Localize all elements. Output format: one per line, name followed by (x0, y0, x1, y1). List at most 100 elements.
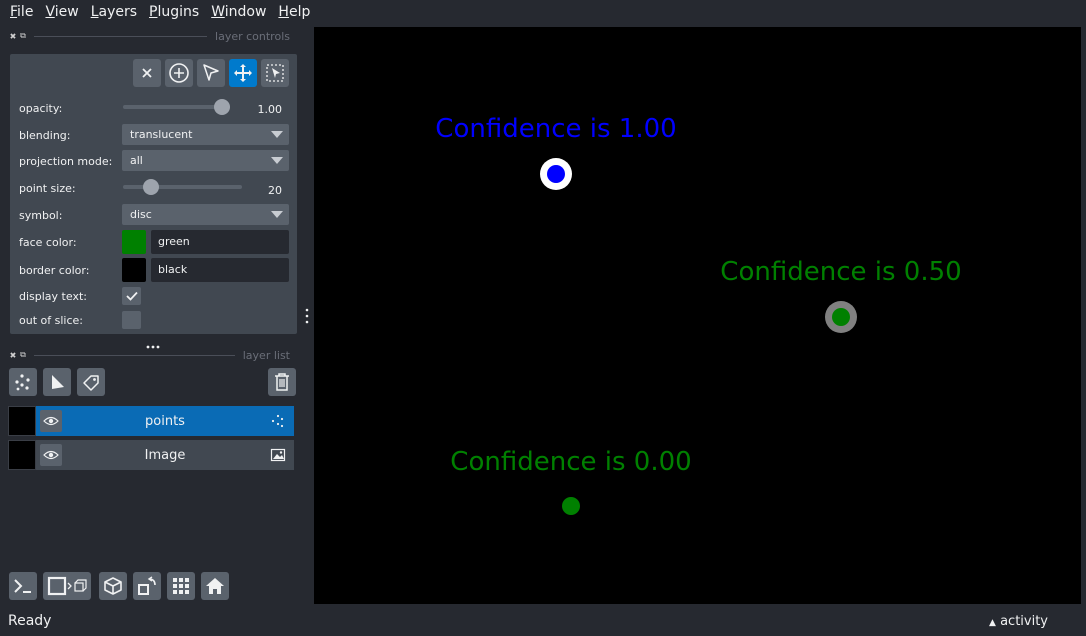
border-color-swatch[interactable] (122, 258, 146, 282)
close-icon (142, 68, 152, 78)
layer-list-title: layer list (242, 348, 290, 362)
face-color-swatch[interactable] (122, 230, 146, 254)
layer-controls-titlebar: ✖ ⧉ layer controls (8, 29, 294, 43)
layer-name[interactable]: points (145, 414, 185, 429)
points-icon (15, 374, 30, 391)
opacity-slider-handle[interactable] (214, 99, 230, 115)
move-arrows-icon (234, 64, 252, 82)
transform-icon (266, 64, 284, 82)
new-points-layer-button[interactable] (9, 368, 37, 396)
transform-button[interactable] (261, 59, 289, 87)
point-marker[interactable] (832, 308, 850, 326)
viewer-canvas[interactable]: Confidence is 1.00 Confidence is 0.50 Co… (314, 27, 1081, 604)
visibility-toggle[interactable] (40, 410, 62, 432)
dock-splitter-handle[interactable] (305, 308, 309, 324)
point-size-slider-handle[interactable] (143, 179, 159, 195)
symbol-label: symbol: (19, 209, 63, 222)
square-2d-3d-icon (47, 576, 87, 596)
point-text-label: Confidence is 0.00 (450, 447, 691, 477)
chevron-down-icon (271, 131, 283, 138)
eye-icon (43, 450, 59, 460)
transpose-dims-button[interactable] (133, 572, 161, 600)
layer-row-image[interactable]: Image (8, 440, 294, 470)
display-text-checkbox[interactable] (122, 287, 141, 305)
trash-icon (275, 373, 289, 391)
display-text-label: display text: (19, 290, 87, 303)
projection-mode-label: projection mode: (19, 155, 113, 168)
layer-list-titlebar: ✖ ⧉ layer list (8, 348, 294, 362)
blending-label: blending: (19, 129, 71, 142)
layer-controls-title: layer controls (215, 29, 290, 43)
grid-icon (173, 578, 189, 594)
layer-body[interactable]: points (36, 406, 294, 436)
close-dock-icon[interactable]: ✖ (8, 351, 18, 360)
layer-controls-panel: opacity: 1.00 blending: translucent proj… (10, 54, 297, 334)
menu-bar: File View Layers Plugins Window Help (0, 0, 1086, 24)
activity-button[interactable]: ▲ activity (989, 614, 1078, 629)
layer-thumbnail (8, 440, 36, 470)
border-color-input[interactable]: black (151, 258, 289, 282)
layer-row-points[interactable]: points (8, 406, 294, 436)
point-text-label: Confidence is 1.00 (435, 114, 676, 144)
home-button[interactable] (201, 572, 229, 600)
points-icon (271, 414, 284, 428)
delete-points-button[interactable] (133, 59, 161, 87)
point-size-value: 20 (268, 184, 282, 197)
console-button[interactable] (9, 572, 37, 600)
out-of-slice-checkbox[interactable] (122, 311, 141, 329)
point-size-slider-track[interactable] (123, 185, 242, 189)
new-shapes-layer-button[interactable] (43, 368, 71, 396)
border-color-label: border color: (19, 264, 90, 277)
out-of-slice-label: out of slice: (19, 314, 83, 327)
shapes-icon (52, 375, 64, 389)
point-marker[interactable] (562, 497, 580, 515)
projection-mode-select[interactable]: all (122, 150, 289, 171)
float-dock-icon[interactable]: ⧉ (18, 350, 28, 360)
status-bar: Ready ▲ activity (0, 606, 1086, 636)
roll-dims-button[interactable] (99, 572, 127, 600)
home-icon (206, 578, 224, 594)
terminal-icon (14, 579, 31, 593)
eye-icon (43, 416, 59, 426)
blending-select[interactable]: translucent (122, 124, 289, 145)
caret-up-icon: ▲ (989, 617, 996, 628)
delete-layer-button[interactable] (268, 368, 296, 396)
menu-file[interactable]: File (4, 0, 39, 24)
add-points-button[interactable] (165, 59, 193, 87)
chevron-down-icon (271, 211, 283, 218)
point-size-label: point size: (19, 182, 76, 195)
pan-zoom-button[interactable] (229, 59, 257, 87)
new-labels-layer-button[interactable] (77, 368, 105, 396)
grid-view-button[interactable] (167, 572, 195, 600)
select-arrow-icon (203, 64, 219, 81)
checkmark-icon (125, 291, 138, 301)
tag-icon (83, 375, 99, 391)
menu-help[interactable]: Help (272, 0, 316, 24)
transpose-icon (138, 576, 156, 595)
close-dock-icon[interactable]: ✖ (8, 32, 18, 41)
layer-body[interactable]: Image (36, 440, 294, 470)
ndisplay-toggle-button[interactable] (43, 572, 91, 600)
float-dock-icon[interactable]: ⧉ (18, 31, 28, 41)
select-points-button[interactable] (197, 59, 225, 87)
titlebar-divider (34, 35, 208, 37)
visibility-toggle[interactable] (40, 444, 62, 466)
layer-name[interactable]: Image (145, 448, 186, 463)
menu-plugins[interactable]: Plugins (143, 0, 205, 24)
status-text: Ready (8, 613, 52, 629)
menu-view[interactable]: View (39, 0, 84, 24)
vertical-dots-icon (305, 308, 309, 324)
cube-icon (104, 577, 122, 595)
opacity-label: opacity: (19, 102, 63, 115)
menu-window[interactable]: Window (205, 0, 272, 24)
menu-layers[interactable]: Layers (85, 0, 143, 24)
face-color-input[interactable]: green (151, 230, 289, 254)
canvas-svg: Confidence is 1.00 Confidence is 0.50 Co… (435, 114, 962, 522)
point-text-label: Confidence is 0.50 (720, 257, 961, 287)
layer-thumbnail (8, 406, 36, 436)
point-marker[interactable] (547, 165, 565, 183)
symbol-select[interactable]: disc (122, 204, 289, 225)
dock-resize-handle[interactable] (145, 336, 161, 349)
face-color-label: face color: (19, 236, 77, 249)
opacity-value: 1.00 (257, 103, 283, 116)
